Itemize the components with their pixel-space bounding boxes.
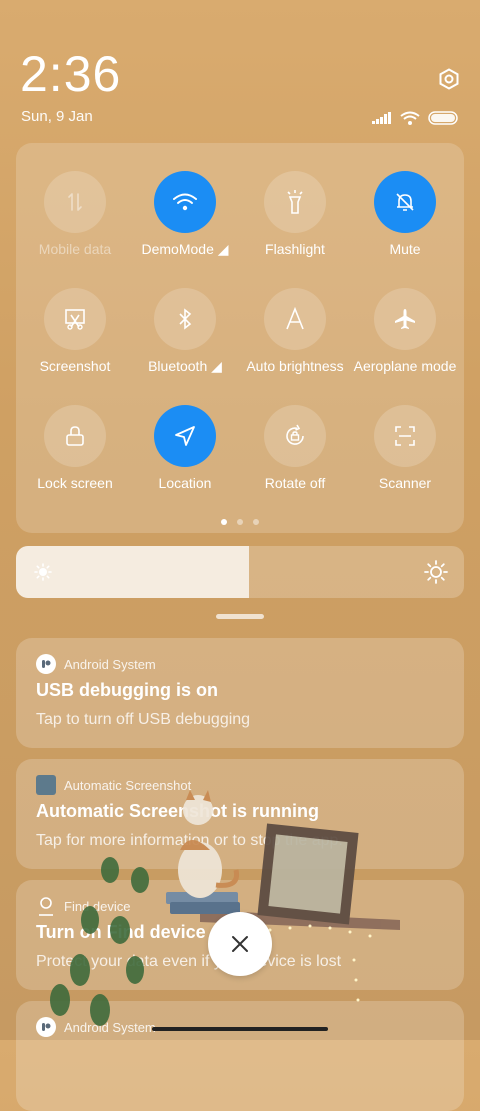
drag-handle[interactable]	[216, 614, 264, 619]
tile-label: Mobile data	[38, 241, 112, 257]
bell-off-icon	[374, 171, 436, 233]
page-dot[interactable]	[237, 519, 243, 525]
bluetooth-icon	[154, 288, 216, 350]
notification-card[interactable]: Android System	[16, 1001, 464, 1111]
brightness-slider[interactable]	[16, 546, 464, 598]
clock-date: Sun, 9 Jan	[21, 108, 93, 125]
android-system-icon	[36, 654, 56, 674]
tile-rotate-off[interactable]: Rotate off	[240, 405, 350, 491]
brightness-low-icon	[34, 563, 52, 586]
brightness-high-icon	[424, 560, 448, 589]
notification-body: Protect your data even if your device is…	[36, 953, 342, 970]
signal-icon	[372, 112, 391, 124]
page-indicator	[16, 519, 464, 525]
notification-app-name: Android System	[64, 1019, 156, 1035]
airplane-icon	[374, 288, 436, 350]
notification-header: Android System	[36, 1017, 156, 1037]
tile-location[interactable]: Location	[130, 405, 240, 491]
tile-label: Scanner	[378, 475, 432, 491]
battery-icon	[428, 111, 458, 125]
tile-aeroplane-mode[interactable]: Aeroplane mode	[350, 288, 460, 374]
settings-gear-icon[interactable]	[438, 68, 460, 90]
tile-flashlight[interactable]: Flashlight	[240, 171, 350, 257]
tile-scanner[interactable]: Scanner	[350, 405, 460, 491]
notification-card[interactable]: Android System USB debugging is on Tap t…	[16, 638, 464, 748]
tile-label: Rotate off	[264, 475, 326, 491]
rotate-lock-icon	[264, 405, 326, 467]
notification-title: Turn on Find device	[36, 922, 206, 942]
screenshot-app-icon	[36, 775, 56, 795]
notification-header: Find device	[36, 896, 130, 916]
tile-label: Lock screen	[37, 475, 113, 491]
tile-auto-brightness[interactable]: Auto brightness	[240, 288, 350, 374]
wifi-status-icon	[400, 111, 420, 125]
notification-body: Tap for more information or to stop the …	[36, 832, 343, 849]
clear-all-button[interactable]	[208, 912, 272, 976]
notification-title: Automatic Screenshot is running	[36, 801, 320, 821]
tile-label: Screenshot	[39, 358, 111, 374]
notification-header: Automatic Screenshot	[36, 775, 191, 795]
location-arrow-icon	[154, 405, 216, 467]
tile-mobile-data[interactable]: Mobile data	[20, 171, 130, 257]
close-icon	[232, 936, 248, 952]
tile-label: Aeroplane mode	[353, 358, 457, 374]
notification-app-name: Android System	[64, 656, 156, 672]
tile-label: Location	[158, 475, 212, 491]
tile-mute[interactable]: Mute	[350, 171, 460, 257]
notification-body: Tap to turn off USB debugging	[36, 711, 251, 728]
auto-brightness-icon	[264, 288, 326, 350]
mobile-data-icon	[44, 171, 106, 233]
scissors-icon	[44, 288, 106, 350]
notification-card[interactable]: Automatic Screenshot Automatic Screensho…	[16, 759, 464, 869]
notification-header: Android System	[36, 654, 156, 674]
tile-label: Flashlight	[265, 241, 325, 257]
tile-label: Mute	[389, 241, 421, 257]
tile-screenshot[interactable]: Screenshot	[20, 288, 130, 374]
tile-label: Bluetooth ◢	[148, 358, 222, 374]
lock-icon	[44, 405, 106, 467]
status-icons	[372, 111, 460, 125]
gesture-nav-bar[interactable]	[152, 1027, 328, 1031]
tile-label: DemoMode ◢	[141, 241, 229, 257]
tile-label: Auto brightness	[246, 358, 344, 374]
tile-bluetooth[interactable]: Bluetooth ◢	[130, 288, 240, 375]
tile-lock-screen[interactable]: Lock screen	[20, 405, 130, 491]
notification-app-name: Automatic Screenshot	[64, 777, 192, 793]
tile-wifi[interactable]: DemoMode ◢	[130, 171, 240, 258]
page-dot[interactable]	[221, 519, 227, 525]
notification-app-name: Find device	[64, 898, 131, 914]
wifi-icon	[154, 171, 216, 233]
page-dot[interactable]	[253, 519, 259, 525]
find-device-icon	[36, 896, 56, 916]
clock-time: 2:36	[20, 46, 122, 102]
notification-title: USB debugging is on	[36, 680, 218, 700]
android-system-icon	[36, 1017, 56, 1037]
scanner-icon	[374, 405, 436, 467]
quick-settings-panel: Mobile data DemoMode ◢ Flashlight Mute S…	[16, 143, 464, 533]
flashlight-icon	[264, 171, 326, 233]
